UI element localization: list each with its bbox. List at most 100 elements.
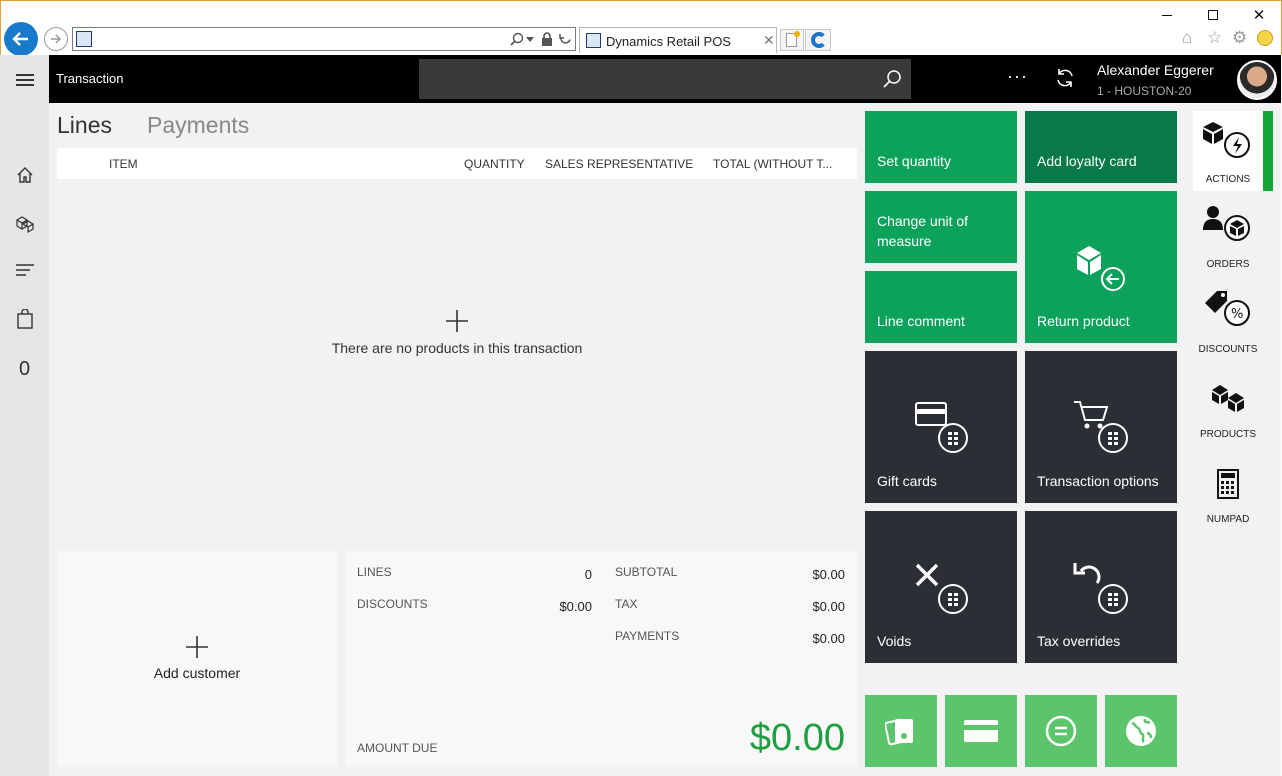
products-icon bbox=[1212, 385, 1244, 412]
home-icon[interactable] bbox=[16, 166, 34, 184]
edge-icon bbox=[811, 32, 827, 48]
avatar[interactable] bbox=[1237, 60, 1277, 100]
rail-orders-label: ORDERS bbox=[1206, 259, 1250, 270]
hamburger-menu-button[interactable] bbox=[16, 74, 34, 86]
voids-icon bbox=[915, 563, 968, 614]
hamburger-icon bbox=[16, 74, 34, 86]
table-header: ITEM QUANTITY SALES REPRESENTATIVE TOTAL… bbox=[57, 148, 857, 179]
sync-icon[interactable] bbox=[1054, 67, 1076, 89]
add-customer-label: Add customer bbox=[153, 665, 241, 681]
chevron-down-icon[interactable] bbox=[526, 37, 534, 43]
payments-value: $0.00 bbox=[812, 631, 845, 646]
line-comment-tile[interactable]: Line comment bbox=[865, 271, 1017, 343]
payments-label: PAYMENTS bbox=[615, 629, 680, 643]
cart-options-icon bbox=[1074, 401, 1128, 453]
favorites-star-icon[interactable]: ☆ bbox=[1207, 28, 1222, 48]
list-icon[interactable] bbox=[16, 263, 34, 277]
more-options-button[interactable]: ··· bbox=[1007, 66, 1028, 87]
pay-currency-tile[interactable] bbox=[1105, 695, 1177, 767]
lines-list bbox=[57, 179, 857, 543]
tax-overrides-label: Tax overrides bbox=[1037, 633, 1121, 649]
empty-transaction-message: There are no products in this transactio… bbox=[331, 340, 583, 356]
discounts-label: DISCOUNTS bbox=[357, 597, 428, 611]
browser-tab[interactable]: Dynamics Retail POS ✕ bbox=[579, 27, 777, 53]
left-nav-rail bbox=[0, 55, 49, 776]
lines-label: LINES bbox=[357, 565, 392, 579]
search-icon[interactable] bbox=[509, 32, 525, 48]
transaction-options-label: Transaction options bbox=[1037, 473, 1159, 489]
rail-numpad[interactable]: NUMPAD bbox=[1193, 451, 1263, 531]
maximize-button[interactable] bbox=[1198, 4, 1228, 26]
subtotal-label: SUBTOTAL bbox=[615, 565, 678, 579]
tab-lines[interactable]: Lines bbox=[57, 112, 112, 139]
totals-panel: LINES 0 DISCOUNTS $0.00 SUBTOTAL $0.00 T… bbox=[345, 551, 857, 767]
rail-products-label: PRODUCTS bbox=[1199, 429, 1257, 440]
return-product-label: Return product bbox=[1037, 313, 1130, 329]
bag-icon[interactable] bbox=[17, 309, 33, 329]
rail-discounts-label: DISCOUNTS bbox=[1198, 344, 1258, 355]
products-icon[interactable] bbox=[15, 214, 35, 234]
discounts-value: $0.00 bbox=[559, 599, 592, 614]
cash-icon bbox=[885, 718, 913, 746]
rail-numpad-label: NUMPAD bbox=[1206, 514, 1250, 525]
gift-cards-label: Gift cards bbox=[877, 473, 937, 489]
address-bar[interactable] bbox=[72, 27, 576, 51]
rail-actions[interactable]: ACTIONS bbox=[1193, 111, 1263, 191]
minimize-button[interactable] bbox=[1152, 4, 1182, 26]
pay-card-tile[interactable] bbox=[945, 695, 1017, 767]
plus-icon bbox=[186, 636, 208, 658]
feedback-smiley-icon[interactable] bbox=[1257, 30, 1273, 46]
globe-icon bbox=[1126, 716, 1156, 746]
amount-due-label: AMOUNT DUE bbox=[357, 741, 438, 755]
set-quantity-tile[interactable]: Set quantity bbox=[865, 111, 1017, 183]
column-item[interactable]: ITEM bbox=[109, 157, 138, 171]
page-icon bbox=[76, 31, 92, 47]
add-customer-panel[interactable]: Add customer bbox=[57, 551, 337, 767]
tax-overrides-tile[interactable]: Tax overrides bbox=[1025, 511, 1177, 663]
active-indicator bbox=[1263, 111, 1273, 191]
tax-label: TAX bbox=[615, 597, 638, 611]
column-quantity[interactable]: QUANTITY bbox=[464, 157, 525, 171]
pay-exact-icon bbox=[1045, 715, 1077, 747]
credit-card-icon bbox=[964, 720, 998, 742]
home-browser-icon[interactable]: ⌂ bbox=[1182, 28, 1192, 48]
search-input[interactable] bbox=[419, 59, 911, 99]
settings-gear-icon[interactable]: ⚙ bbox=[1232, 28, 1247, 48]
gift-cards-tile[interactable]: Gift cards bbox=[865, 351, 1017, 503]
rail-actions-label: ACTIONS bbox=[1205, 174, 1251, 185]
minimize-icon bbox=[1162, 14, 1172, 16]
voids-tile[interactable]: Voids bbox=[865, 511, 1017, 663]
browser-back-button[interactable] bbox=[4, 22, 38, 56]
arrow-left-icon bbox=[12, 32, 28, 46]
tab-payments[interactable]: Payments bbox=[147, 112, 249, 139]
return-product-tile[interactable]: Return product bbox=[1025, 191, 1177, 343]
user-name[interactable]: Alexander Eggerer bbox=[1097, 62, 1214, 78]
voids-label: Voids bbox=[877, 633, 912, 649]
pay-exact-tile[interactable] bbox=[1025, 695, 1097, 767]
plus-icon[interactable] bbox=[446, 310, 468, 332]
new-tab-button[interactable] bbox=[780, 29, 804, 51]
discount-tag-icon: % bbox=[1205, 291, 1250, 326]
change-unit-tile[interactable]: Change unit of measure bbox=[865, 191, 1017, 263]
rail-orders[interactable]: ORDERS bbox=[1193, 196, 1263, 276]
browser-forward-button[interactable] bbox=[44, 27, 68, 51]
star-burst-icon bbox=[794, 31, 800, 37]
rail-products[interactable]: PRODUCTS bbox=[1193, 366, 1263, 446]
edge-button[interactable] bbox=[805, 29, 831, 51]
add-loyalty-card-tile[interactable]: Add loyalty card bbox=[1025, 111, 1177, 183]
search-icon bbox=[883, 70, 901, 88]
calculator-icon bbox=[1217, 469, 1239, 499]
gift-card-icon bbox=[915, 402, 968, 453]
amount-due-value: $0.00 bbox=[749, 717, 845, 759]
cart-count[interactable]: 0 bbox=[19, 358, 30, 381]
transaction-options-tile[interactable]: Transaction options bbox=[1025, 351, 1177, 503]
close-window-button[interactable]: ✕ bbox=[1244, 4, 1274, 26]
rail-discounts[interactable]: % DISCOUNTS bbox=[1193, 281, 1263, 361]
pay-cash-tile[interactable] bbox=[865, 695, 937, 767]
tab-close-icon[interactable]: ✕ bbox=[763, 32, 775, 49]
column-total[interactable]: TOTAL (WITHOUT T... bbox=[713, 157, 832, 171]
refresh-icon[interactable] bbox=[558, 32, 573, 47]
tab-favicon-icon bbox=[586, 33, 601, 48]
column-sales-rep[interactable]: SALES REPRESENTATIVE bbox=[545, 157, 693, 171]
set-quantity-label: Set quantity bbox=[877, 153, 951, 169]
